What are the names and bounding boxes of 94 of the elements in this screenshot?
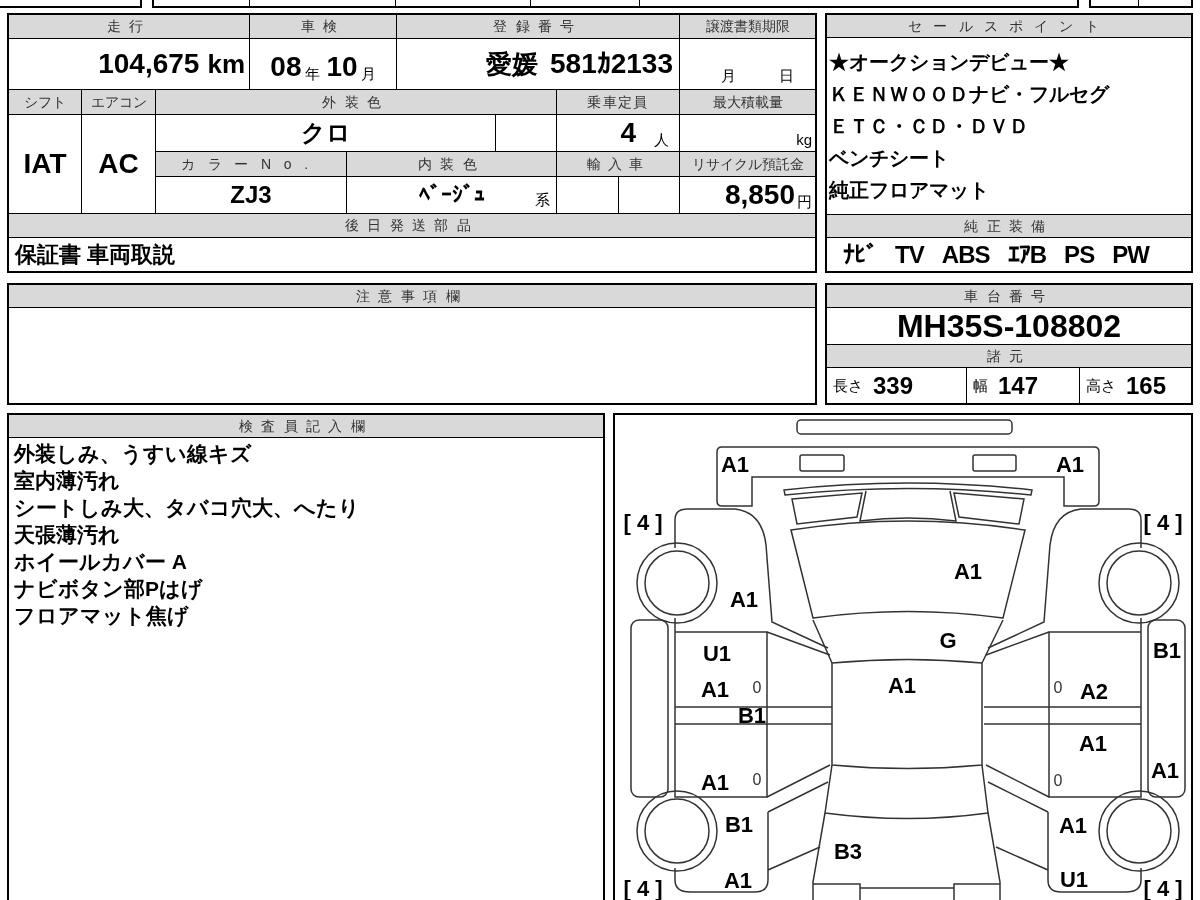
unit-label: 月 xyxy=(721,68,737,83)
inspector-note-text: 外装しみ、うすい線キズ xyxy=(14,441,253,467)
column-header: 内装色 xyxy=(347,152,556,176)
equipment-item: ｴｱB xyxy=(1007,242,1047,267)
inspector-note-text: ホイールカバー A xyxy=(14,549,188,575)
interior-color-value: ﾍﾞｰｼﾞｭ xyxy=(419,184,485,206)
sales-point-text: ＫＥＮＷＯＯＤナビ・フルセグ xyxy=(829,81,1111,107)
parts-to-ship-text: 保証書 車両取説 xyxy=(15,243,176,266)
damage-grade-label: A1 xyxy=(1058,815,1088,837)
damage-grade-label: U1 xyxy=(1059,869,1089,891)
equipment-item: ABS xyxy=(941,242,990,267)
tire-tread-label: [ 4 ] xyxy=(1143,878,1183,900)
damage-grade-label: A1 xyxy=(700,679,730,701)
column-header: 譲渡書類期限 xyxy=(680,15,815,38)
inspector-note-text: フロアマット焦げ xyxy=(14,603,190,629)
unit-label: 日 xyxy=(778,68,794,83)
unit-label: kg xyxy=(796,132,812,147)
spec-value: 165 xyxy=(1126,373,1167,398)
column-header: 車検 xyxy=(250,15,396,38)
section-header: 注意事項欄 xyxy=(9,285,815,308)
equipment-item: ﾅﾋﾞ xyxy=(843,242,878,267)
inspector-note-text: シートしみ大、タバコ穴大、へたり xyxy=(14,495,361,521)
capacity-value: 4 xyxy=(620,119,636,147)
damage-grade-label: A1 xyxy=(887,675,917,697)
damage-grade-label: A1 xyxy=(1150,760,1180,782)
equipment-item: PS xyxy=(1064,242,1095,267)
registration-number: 581ｶ2133 xyxy=(550,50,673,78)
unit-label: 月 xyxy=(360,66,376,81)
column-header: 後日発送部品 xyxy=(9,214,815,237)
sales-point-text: 純正フロアマット xyxy=(829,177,990,203)
aircon-value: AC xyxy=(98,147,139,181)
damage-grade-label: A1 xyxy=(953,561,983,583)
spec-label: 高さ xyxy=(1086,378,1116,393)
column-header: 走行 xyxy=(9,15,249,38)
exterior-color-value: クロ xyxy=(300,121,351,145)
year-value: 08 xyxy=(270,53,302,81)
tire-tread-label: [ 4 ] xyxy=(1143,512,1183,534)
registration-place: 愛媛 xyxy=(486,51,538,77)
column-header: 乗車定員 xyxy=(557,90,679,114)
damage-grade-label: B3 xyxy=(833,841,863,863)
unit-label: 年 xyxy=(304,66,320,81)
sales-point-text: ＥＴＣ・ＣＤ・ＤＶＤ xyxy=(829,113,1030,139)
damage-grade-label: U1 xyxy=(702,643,732,665)
column-header: リサイクル預託金 xyxy=(680,152,815,176)
tire-tread-label: [ 4 ] xyxy=(623,878,663,900)
damage-grade-label: A1 xyxy=(720,454,750,476)
inspector-note-text: 室内薄汚れ xyxy=(14,468,121,494)
section-header: 純正装備 xyxy=(827,215,1191,238)
section-header: 車台番号 xyxy=(827,285,1191,308)
chassis-number: MH35S-108802 xyxy=(896,310,1122,342)
damage-grade-label: A2 xyxy=(1079,681,1109,703)
column-header: 輸入車 xyxy=(557,152,679,176)
deposit-value: 8,850 xyxy=(724,181,795,209)
small-zero-mark: 0 xyxy=(752,680,762,696)
damage-grade-label: A1 xyxy=(1055,454,1085,476)
equipment-item: TV xyxy=(895,242,924,267)
mileage-value: 104,675 xyxy=(98,50,200,78)
shift-value: IAT xyxy=(23,147,67,181)
section-header: 検査員記入欄 xyxy=(9,415,603,438)
unit-label: 系 xyxy=(535,191,550,207)
column-header: カラーNo. xyxy=(156,152,346,176)
column-header: エアコン xyxy=(82,90,155,114)
unit-label: 人 xyxy=(654,132,669,147)
inspector-note-text: 天張薄汚れ xyxy=(14,522,121,548)
column-header: 外装色 xyxy=(156,90,556,114)
spec-label: 長さ xyxy=(833,378,863,393)
column-header: 最大積載量 xyxy=(680,90,815,114)
damage-grade-label: B1 xyxy=(724,814,754,836)
damage-grade-label: A1 xyxy=(729,589,759,611)
spec-label: 幅 xyxy=(973,378,988,393)
small-zero-mark: 0 xyxy=(752,772,762,788)
tire-tread-label: [ 4 ] xyxy=(623,512,663,534)
unit-label: 円 xyxy=(797,194,812,209)
damage-grade-label: A1 xyxy=(700,772,730,794)
column-header: 登録番号 xyxy=(397,15,679,38)
damage-grade-label: A1 xyxy=(723,870,753,892)
equipment-item: PW xyxy=(1112,242,1149,267)
month-value: 10 xyxy=(326,53,358,81)
small-zero-mark: 0 xyxy=(1053,680,1063,696)
damage-grade-label: A1 xyxy=(1078,733,1108,755)
unit-label: km xyxy=(207,51,245,77)
spec-value: 339 xyxy=(873,373,914,398)
sales-point-text: ベンチシート xyxy=(829,145,950,171)
damage-grade-label: G xyxy=(939,630,957,652)
damage-grade-label: B1 xyxy=(737,705,767,727)
section-header: セールスポイント xyxy=(827,15,1191,38)
spec-value: 147 xyxy=(998,373,1039,398)
small-zero-mark: 0 xyxy=(1053,773,1063,789)
damage-grade-label: B1 xyxy=(1152,640,1182,662)
inspector-note-text: ナビボタン部Pはげ xyxy=(14,576,204,602)
sales-point-text: ★オークションデビュー★ xyxy=(829,49,1070,75)
column-header: シフト xyxy=(9,90,81,114)
color-number-value: ZJ3 xyxy=(230,183,272,207)
section-header: 諸元 xyxy=(827,345,1191,368)
